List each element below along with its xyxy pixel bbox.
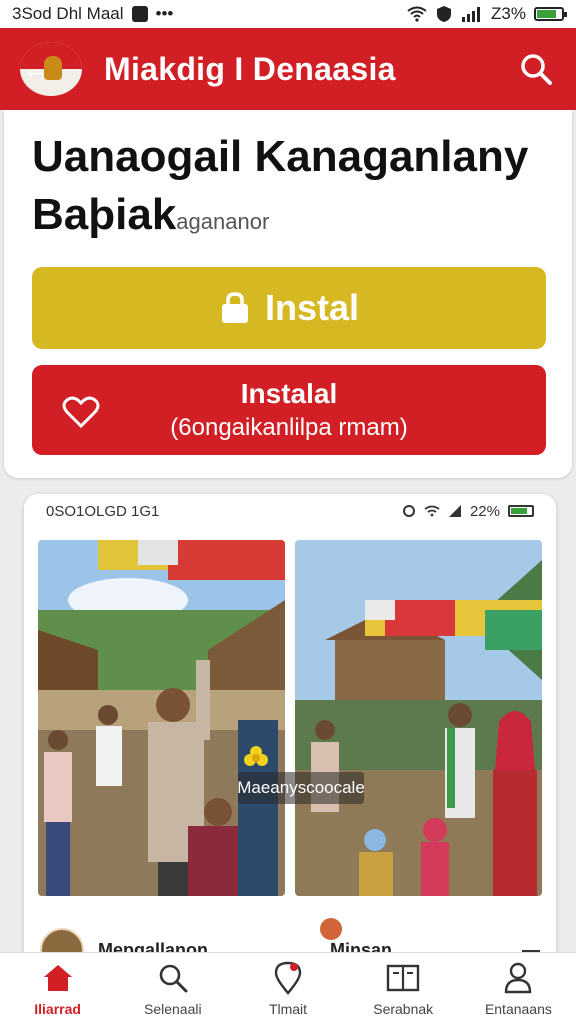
- screenshot-photo-left[interactable]: [38, 540, 285, 896]
- title-suffix: agananor: [176, 209, 270, 234]
- signal-icon: [462, 7, 481, 22]
- preview-battery-percent: 22%: [469, 502, 500, 520]
- page-title: Uanaogail Kanaganlany Baþiakagananor: [32, 128, 552, 251]
- battery-icon: [508, 505, 534, 517]
- nav-item-home[interactable]: Iliarrad: [0, 953, 115, 1024]
- install-wishlist-label: Instalal: [240, 378, 338, 409]
- search-icon: [521, 54, 552, 85]
- bottom-navigation: Iliarrad Selenaali Tlmait Serabnak Entan…: [0, 952, 576, 1024]
- battery-icon: [534, 7, 567, 21]
- more-notifications-icon: •••: [155, 4, 174, 23]
- nav-item-search[interactable]: Selenaali: [115, 953, 230, 1024]
- nav-item-location[interactable]: Tlmait: [230, 953, 345, 1024]
- back-arrow-icon: ←: [22, 54, 48, 84]
- nav-item-profile[interactable]: Entanaans: [461, 953, 576, 1024]
- install-wishlist-button[interactable]: Instalal (6ongaikanlilpa rmam): [32, 365, 546, 455]
- nav-label-profile: Entanaans: [484, 1000, 552, 1017]
- app-title: Miakdig I Denaasia: [104, 50, 396, 87]
- nav-label-library: Serabnak: [373, 1000, 434, 1017]
- sync-icon: [402, 505, 415, 517]
- nav-item-library[interactable]: Serabnak: [346, 953, 461, 1024]
- search-button[interactable]: [516, 49, 556, 89]
- person-icon: [505, 962, 532, 993]
- screenshot-photo-right[interactable]: [295, 540, 542, 896]
- preview-status-time: 0SO1OLGD 1G1: [46, 502, 160, 520]
- preview-status-bar: 0SO1OLGD 1G1 22%: [24, 494, 556, 528]
- shield-icon: [437, 6, 452, 22]
- status-time: 3Sod Dhl Maal: [12, 4, 124, 23]
- signal-icon: [448, 505, 461, 517]
- app-info-card: Uanaogail Kanaganlany Baþiakagananor Ins…: [4, 110, 572, 478]
- install-wishlist-sublabel: (6ongaikanlilpa rmam): [170, 414, 408, 441]
- notification-app-icon: [131, 6, 148, 22]
- search-icon: [159, 964, 188, 992]
- title-line-1: Uanaogail Kanaganlany: [32, 132, 529, 181]
- install-button[interactable]: Instal: [32, 267, 546, 349]
- lock-icon: [221, 292, 248, 323]
- home-icon: [43, 964, 72, 991]
- nav-label-location: Tlmait: [268, 1000, 308, 1017]
- nav-label-home: Iliarrad: [34, 1000, 81, 1017]
- title-line-2: Baþiak: [32, 190, 177, 239]
- book-icon: [387, 964, 420, 991]
- wifi-icon: [407, 6, 427, 22]
- screenshot-preview-card[interactable]: 0SO1OLGD 1G1 22% Maeanyscoocale Mepgalla…: [24, 494, 556, 964]
- status-bar: 3Sod Dhl Maal ••• Z3%: [0, 0, 576, 28]
- app-bar: ← Miakdig I Denaasia: [0, 28, 576, 110]
- avatar: [320, 918, 342, 940]
- location-pin-icon: [274, 961, 302, 995]
- photo-caption-overlay: Maeanyscoocale: [237, 772, 365, 804]
- battery-percent: Z3%: [491, 4, 526, 23]
- back-button[interactable]: ←: [20, 42, 82, 96]
- wifi-icon: [424, 505, 440, 517]
- install-button-label: Instal: [264, 287, 360, 328]
- heart-icon: [62, 396, 100, 429]
- flower-icon: [244, 746, 268, 766]
- nav-label-search: Selenaali: [144, 1000, 202, 1017]
